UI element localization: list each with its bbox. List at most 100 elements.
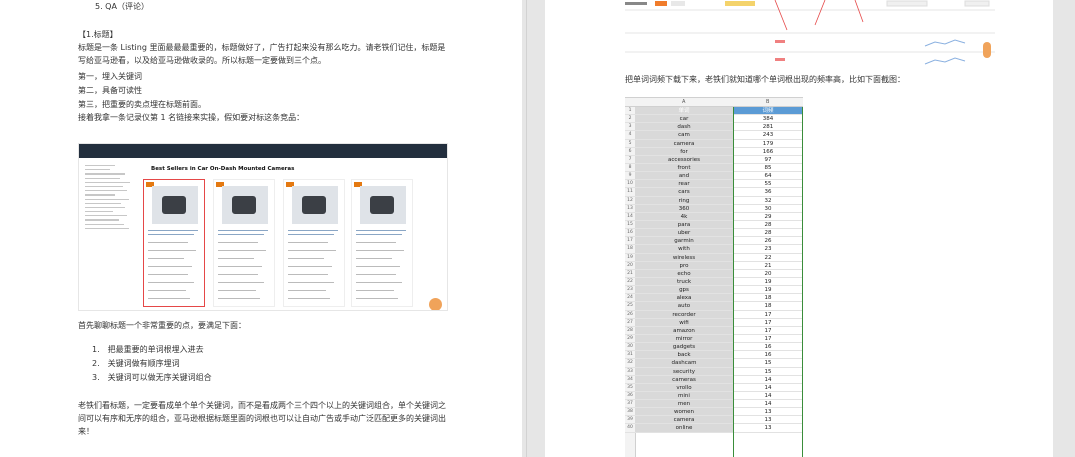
word-cell: auto <box>635 302 733 311</box>
frequency-cell: 64 <box>733 172 803 181</box>
paragraph-line: 老铁们看标题，一定要看成单个单个关键词，而不是看成两个三个四个以上的关键词组合，… <box>78 401 446 410</box>
word-cell: vrollo <box>635 383 733 392</box>
keyword-tool-screenshot <box>625 0 995 70</box>
row-number: 26 <box>625 311 635 319</box>
frequency-cell: 13 <box>733 424 803 433</box>
frequency-cell: 30 <box>733 205 803 213</box>
paragraph-line: 首先聊聊标题一个非常重要的点，要满足下面： <box>78 321 246 330</box>
row-number: 1 <box>625 107 635 116</box>
word-cell: men <box>635 400 733 409</box>
frequency-cell: 17 <box>733 327 803 335</box>
word-cell: online <box>635 424 733 433</box>
formula-bar <box>625 89 803 98</box>
amazon-nav-bar <box>79 144 447 158</box>
row-number: 3 <box>625 123 635 132</box>
frequency-cell: 16 <box>733 343 803 352</box>
word-cell: echo <box>635 269 733 278</box>
frequency-cell: 85 <box>733 164 803 173</box>
document-page-left: 5. QA（评论） 【1.标题】 标题是一条 Listing 里面最最最重要的，… <box>0 0 522 457</box>
row-number: 17 <box>625 237 635 246</box>
word-cell: camera <box>635 139 733 148</box>
column-header-bar: A B <box>625 98 803 107</box>
word-cell: wifi <box>635 318 733 327</box>
word-cell: dashcam <box>635 359 733 368</box>
word-cell: gadgets <box>635 343 733 352</box>
frequency-cell: 17 <box>733 335 803 344</box>
row-number: 10 <box>625 180 635 189</box>
frequency-cell: 28 <box>733 221 803 230</box>
frequency-cell: 13 <box>733 416 803 425</box>
word-cell: women <box>635 408 733 417</box>
frequency-cell: 97 <box>733 156 803 164</box>
numbered-list-item: 3. 关键词可以做无序关键词组合 <box>92 373 212 383</box>
amazon-bestsellers-screenshot: Best Sellers in Car On-Dash Mounted Came… <box>78 143 448 311</box>
row-number: 28 <box>625 327 635 335</box>
word-cell: security <box>635 367 733 376</box>
row-number: 7 <box>625 156 635 164</box>
list-number: 1. <box>92 345 100 354</box>
word-cell: wireless <box>635 253 733 262</box>
list-text: 关键词可以做无序关键词组合 <box>107 373 212 382</box>
row-number: 12 <box>625 197 635 205</box>
section-heading: 【1.标题】 <box>78 30 118 39</box>
paragraph-line: 来！ <box>78 427 94 436</box>
frequency-cell: 384 <box>733 115 803 124</box>
product-card <box>143 179 205 307</box>
extension-float-icon <box>429 298 442 310</box>
row-number: 39 <box>625 416 635 425</box>
frequency-cell: 166 <box>733 148 803 156</box>
row-number: 31 <box>625 351 635 360</box>
frequency-cell: 17 <box>733 311 803 319</box>
dashcam-image <box>152 186 198 224</box>
frequency-cell: 18 <box>733 294 803 303</box>
word-cell: dash <box>635 123 733 132</box>
column-a-letter: A <box>682 99 686 105</box>
word-cell: cars <box>635 188 733 197</box>
frequency-cell: 14 <box>733 392 803 401</box>
frequency-cell: 55 <box>733 180 803 189</box>
frequency-cell: 29 <box>733 213 803 221</box>
row-number: 19 <box>625 254 635 262</box>
frequency-cell: 243 <box>733 131 803 140</box>
word-cell: gps <box>635 286 733 295</box>
row-number: 16 <box>625 229 635 238</box>
dashcam-image <box>222 186 268 224</box>
row-number: 35 <box>625 384 635 392</box>
frequency-cell: 14 <box>733 384 803 392</box>
row-number: 23 <box>625 286 635 295</box>
frequency-cell: 32 <box>733 197 803 205</box>
product-card <box>283 179 345 307</box>
row-number: 30 <box>625 343 635 352</box>
frequency-cell: 21 <box>733 262 803 270</box>
word-cell: with <box>635 245 733 254</box>
row-number: 40 <box>625 424 635 433</box>
word-cell: garmin <box>635 237 733 246</box>
frequency-cell: 23 <box>733 245 803 254</box>
frequency-cell: 19 <box>733 286 803 295</box>
row-number: 15 <box>625 221 635 230</box>
frequency-cell: 179 <box>733 140 803 148</box>
word-cell: cameras <box>635 375 733 384</box>
numbered-list-item: 1. 把最重要的单词根埋入进去 <box>92 345 204 355</box>
row-number: 25 <box>625 302 635 311</box>
word-cell: recorder <box>635 310 733 319</box>
point-two: 第二，具备可读性 <box>78 86 142 95</box>
row-number: 20 <box>625 262 635 270</box>
row-number: 8 <box>625 164 635 173</box>
keyword-tool-image <box>625 0 995 70</box>
frequency-cell: 36 <box>733 188 803 197</box>
frequency-cell: 26 <box>733 237 803 246</box>
spreadsheet-screenshot: A B 1 2 3 4 5 6 7 8 9 10 11 12 13 14 15 16 17 18 19 20 21 22 2… <box>625 89 803 457</box>
dashcam-image <box>360 186 406 224</box>
row-number: 24 <box>625 294 635 303</box>
word-cell: mini <box>635 391 733 401</box>
word-cell: mirror <box>635 334 733 344</box>
frequency-cell: 14 <box>733 376 803 384</box>
row-number: 38 <box>625 408 635 417</box>
numbered-list-item: 2. 关键词做有顺序埋词 <box>92 359 180 369</box>
frequency-cell: 16 <box>733 351 803 360</box>
list-item-qa: 5. QA（评论） <box>95 2 149 11</box>
frequency-cell: 20 <box>733 270 803 278</box>
frequency-cell: 28 <box>733 229 803 238</box>
word-cell: back <box>635 351 733 360</box>
